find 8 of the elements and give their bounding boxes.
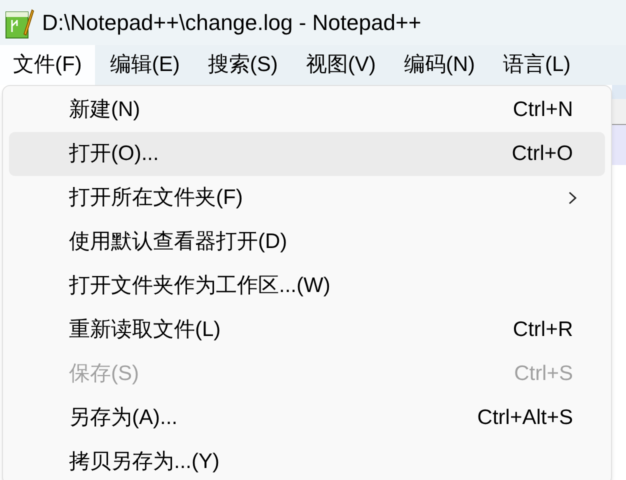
window-title: D:\Notepad++\change.log - Notepad++ (42, 9, 422, 37)
shortcut-label: Ctrl+R (512, 317, 573, 344)
shortcut-label: Ctrl+S (514, 361, 573, 388)
menu-entry[interactable]: 打开(O)... Ctrl+O (9, 132, 605, 176)
shortcut-label: Ctrl+Alt+S (477, 405, 573, 432)
shortcut-label: Ctrl+N (512, 97, 573, 124)
menu-item[interactable]: 文件(F) (0, 45, 95, 85)
shortcut-label: Ctrl+O (512, 141, 573, 168)
